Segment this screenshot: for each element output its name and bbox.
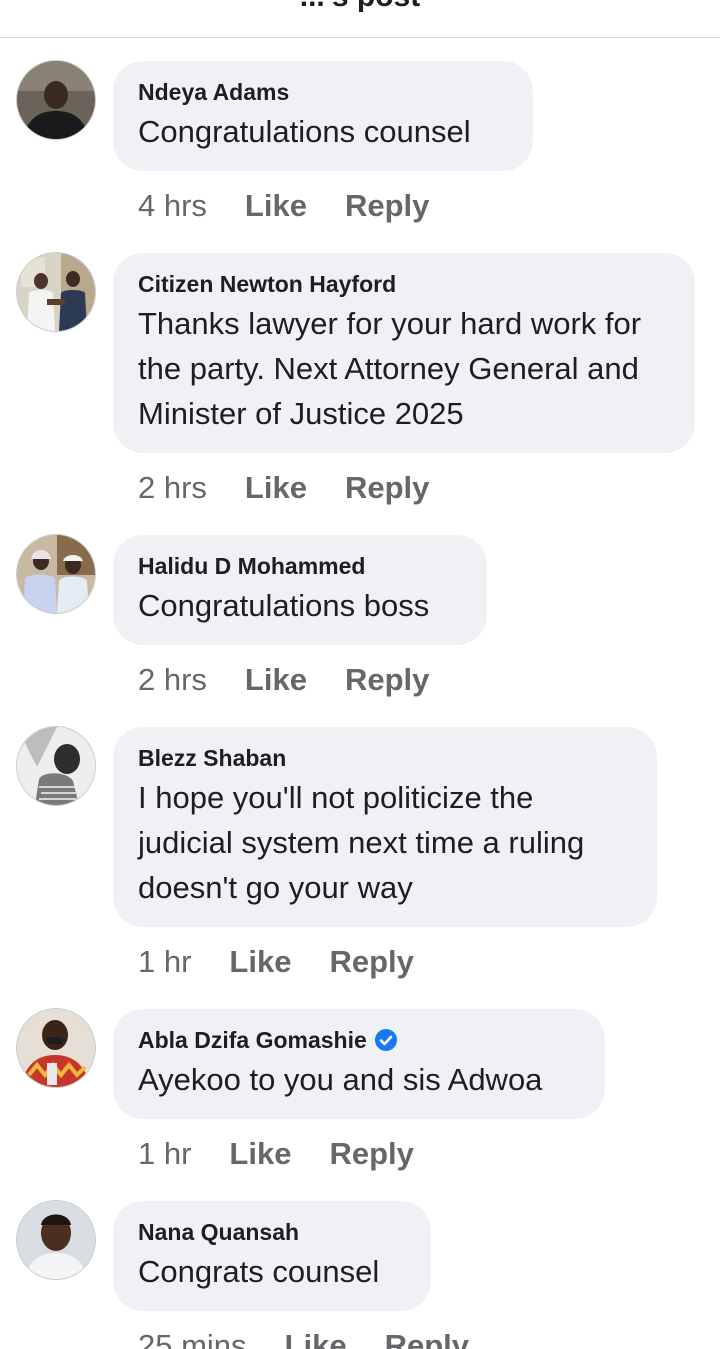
comment-actions: 4 hrs Like Reply xyxy=(138,188,429,224)
comment-text: Ayekoo to you and sis Adwoa xyxy=(138,1062,543,1097)
comment-bubble: Abla Dzifa Gomashie Ayekoo to you and si… xyxy=(113,1009,605,1119)
comment-author[interactable]: Ndeya Adams xyxy=(138,77,507,107)
comment-actions: 2 hrs Like Reply xyxy=(138,470,429,506)
comment-author: Abla Dzifa Gomashie xyxy=(138,1025,579,1055)
comment-actions: 25 mins Like Reply xyxy=(138,1328,469,1349)
comment-author-name[interactable]: Abla Dzifa Gomashie xyxy=(138,1027,367,1053)
comment-author[interactable]: Halidu D Mohammed xyxy=(138,551,461,581)
avatar[interactable] xyxy=(17,535,95,613)
like-button[interactable]: Like xyxy=(245,188,307,224)
comment-text: I hope you'll not politicize the judicia… xyxy=(138,780,585,905)
like-button[interactable]: Like xyxy=(229,944,291,980)
reply-button[interactable]: Reply xyxy=(329,1136,413,1172)
avatar[interactable] xyxy=(17,253,95,331)
comment-bubble: Nana Quansah Congrats counsel xyxy=(113,1201,431,1311)
comment-text: Congrats counsel xyxy=(138,1254,380,1289)
comment-actions: 1 hr Like Reply xyxy=(138,1136,414,1172)
comment-actions: 1 hr Like Reply xyxy=(138,944,414,980)
comment-author[interactable]: Nana Quansah xyxy=(138,1217,405,1247)
post-title: ...'s post xyxy=(0,0,720,14)
avatar[interactable] xyxy=(17,1201,95,1279)
comment-text: Congratulations counsel xyxy=(138,114,471,149)
comment-bubble: Ndeya Adams Congratulations counsel xyxy=(113,61,533,171)
like-button[interactable]: Like xyxy=(285,1328,347,1349)
comment-time[interactable]: 1 hr xyxy=(138,944,191,980)
comments-screen: ...'s post Ndeya Adams Congratulations c… xyxy=(0,0,720,1349)
comment-bubble: Blezz Shaban I hope you'll not politiciz… xyxy=(113,727,657,927)
comment-bubble: Citizen Newton Hayford Thanks lawyer for… xyxy=(113,253,695,453)
verified-badge-icon xyxy=(374,1028,397,1051)
comment-author[interactable]: Blezz Shaban xyxy=(138,743,631,773)
reply-button[interactable]: Reply xyxy=(385,1328,469,1349)
comment-actions: 2 hrs Like Reply xyxy=(138,662,429,698)
comment-time[interactable]: 4 hrs xyxy=(138,188,207,224)
like-button[interactable]: Like xyxy=(229,1136,291,1172)
comment-time[interactable]: 2 hrs xyxy=(138,662,207,698)
reply-button[interactable]: Reply xyxy=(345,188,429,224)
comment-text: Congratulations boss xyxy=(138,588,430,623)
reply-button[interactable]: Reply xyxy=(345,662,429,698)
like-button[interactable]: Like xyxy=(245,662,307,698)
comment-author[interactable]: Citizen Newton Hayford xyxy=(138,269,669,299)
avatar[interactable] xyxy=(17,61,95,139)
avatar[interactable] xyxy=(17,727,95,805)
like-button[interactable]: Like xyxy=(245,470,307,506)
avatar[interactable] xyxy=(17,1009,95,1087)
post-header: ...'s post xyxy=(0,0,720,38)
comment-time[interactable]: 1 hr xyxy=(138,1136,191,1172)
comment-text: Thanks lawyer for your hard work for the… xyxy=(138,306,642,431)
comment-time[interactable]: 2 hrs xyxy=(138,470,207,506)
reply-button[interactable]: Reply xyxy=(345,470,429,506)
comment-bubble: Halidu D Mohammed Congratulations boss xyxy=(113,535,487,645)
comment-time[interactable]: 25 mins xyxy=(138,1328,247,1349)
reply-button[interactable]: Reply xyxy=(329,944,413,980)
